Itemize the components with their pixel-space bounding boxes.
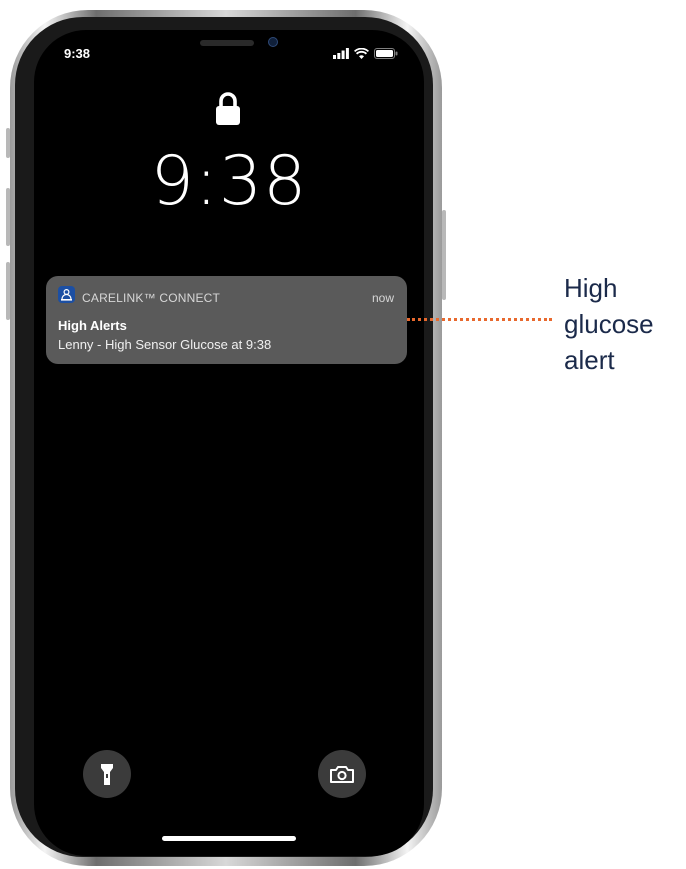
status-time: 9:38 <box>64 46 91 61</box>
lock-icon <box>216 92 240 125</box>
volume-down-button <box>6 262 10 320</box>
callout-label: High glucose alert <box>564 270 684 378</box>
home-indicator[interactable] <box>162 836 296 841</box>
battery-icon <box>374 47 398 59</box>
notification-body: Lenny - High Sensor Glucose at 9:38 <box>58 337 272 352</box>
signal-icon <box>333 47 349 59</box>
speaker-grille <box>200 40 254 46</box>
notification-title: High Alerts <box>58 318 127 333</box>
lock-clock: 9:38 <box>150 142 308 221</box>
flashlight-button[interactable] <box>83 750 131 798</box>
flashlight-icon <box>101 764 113 785</box>
callout-line-1: High <box>564 273 618 303</box>
wifi-icon <box>354 47 369 59</box>
notification-card[interactable]: CARELINK™ CONNECT now High Alerts Lenny … <box>46 276 407 364</box>
power-button <box>442 210 446 300</box>
carelink-app-icon <box>58 286 75 303</box>
front-camera <box>268 37 278 47</box>
volume-up-button <box>6 188 10 246</box>
callout-line <box>407 318 552 321</box>
mute-switch <box>6 128 10 158</box>
callout-line-2: glucose <box>564 309 654 339</box>
lock-screen: 9:38 9:38 CARELINK™ CONNECT now High Ale… <box>34 30 424 856</box>
camera-icon <box>330 766 354 783</box>
callout-line-3: alert <box>564 345 615 375</box>
camera-button[interactable] <box>318 750 366 798</box>
status-icons <box>333 46 398 60</box>
notification-time: now <box>371 291 394 305</box>
notification-app-name: CARELINK™ CONNECT <box>82 291 221 305</box>
